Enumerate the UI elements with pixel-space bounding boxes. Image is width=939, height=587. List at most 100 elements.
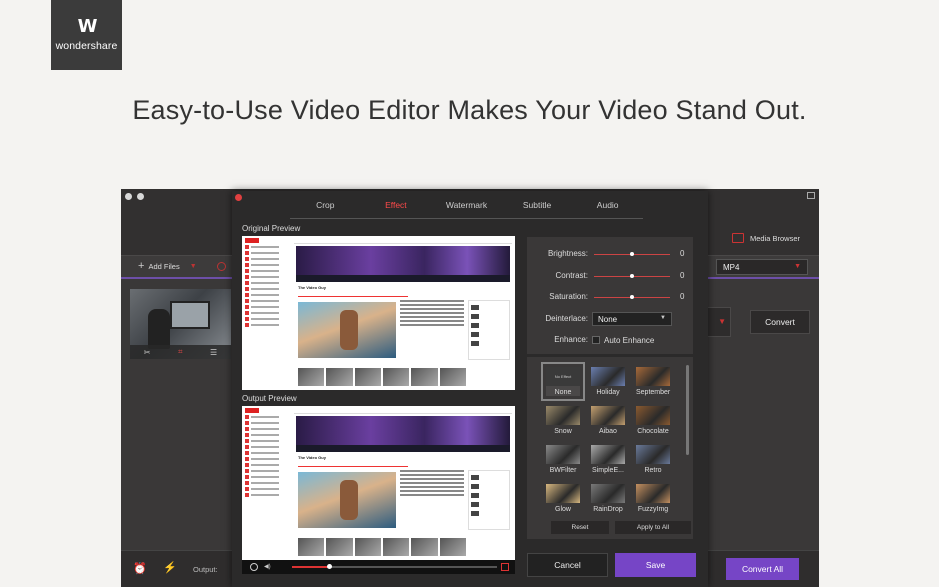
filter-none[interactable]: No Effect None — [541, 362, 585, 401]
output-preview-label: Output Preview — [242, 394, 297, 403]
thumbnail-monitor — [170, 301, 210, 329]
filter-panel: No Effect None Holiday September Snow Aibao Ch… — [527, 357, 693, 539]
playback-track[interactable] — [292, 564, 497, 569]
preview-main-video — [298, 302, 396, 358]
slider-knob[interactable] — [630, 295, 634, 299]
deinterlace-select[interactable]: None ▼ — [592, 312, 672, 326]
preview-banner-stripe — [296, 445, 510, 452]
filter-name: BWFilter — [549, 467, 577, 474]
filter-swatch — [591, 406, 625, 425]
preview-channel-title: The Video Guy — [298, 455, 326, 460]
chevron-down-icon[interactable]: ▼ — [190, 263, 197, 270]
preview-sidebar-line — [251, 440, 279, 442]
original-preview-label: Original Preview — [242, 224, 301, 233]
contrast-value: 0 — [680, 271, 685, 280]
slider-knob[interactable] — [630, 274, 634, 278]
brightness-slider[interactable] — [594, 252, 670, 256]
crop-icon[interactable]: ⌗ — [178, 347, 183, 357]
filter-aibao[interactable]: Aibao — [591, 406, 625, 435]
preview-sidebar-row — [245, 492, 293, 498]
window-close-button[interactable] — [125, 193, 132, 200]
original-preview: The Video Guy — [242, 236, 515, 390]
reset-button[interactable]: Reset — [551, 521, 609, 534]
preview-sidebar-row — [245, 322, 293, 328]
preview-sidebar-line — [251, 306, 279, 308]
save-button[interactable]: Save — [615, 553, 696, 577]
preview-sidebar-icon — [245, 299, 249, 303]
filter-snow[interactable]: Snow — [546, 406, 580, 435]
play-pause-icon[interactable] — [250, 563, 258, 571]
preview-sidebar-line — [251, 446, 279, 448]
filter-fuzzyimg[interactable]: FuzzyImg — [636, 484, 670, 513]
window-mode-icon[interactable] — [807, 192, 815, 199]
preview-sidebar — [245, 244, 293, 328]
filter-swatch — [591, 367, 625, 386]
preview-topbar — [294, 238, 512, 244]
preview-sidebar-icon — [245, 251, 249, 255]
preview-sidebar-line — [251, 294, 279, 296]
filter-retro[interactable]: Retro — [636, 445, 670, 474]
auto-enhance-checkbox[interactable] — [592, 336, 600, 344]
effects-icon[interactable]: ☰ — [210, 348, 217, 357]
thumbnail-tools: ✂ ⌗ ☰ — [130, 345, 231, 359]
fullscreen-icon[interactable] — [501, 563, 509, 571]
preview-banner-stripe — [296, 275, 510, 282]
filter-september[interactable]: September — [636, 367, 670, 396]
preview-sidebar-line — [251, 428, 279, 430]
output-format-select[interactable]: MP4 ▼ — [716, 259, 808, 275]
tab-subtitle[interactable]: Subtitle — [502, 191, 573, 218]
filter-chocolate[interactable]: Chocolate — [636, 406, 670, 435]
preview-surfer — [340, 310, 358, 350]
preview-sidebar-icon — [245, 305, 249, 309]
filter-name: SimpleE... — [592, 467, 624, 474]
convert-all-button[interactable]: Convert All — [726, 558, 799, 580]
alarm-clock-icon[interactable]: ⏰ — [133, 562, 147, 575]
apply-to-all-button[interactable]: Apply to All — [615, 521, 691, 534]
saturation-slider[interactable] — [594, 295, 670, 299]
output-label: Output: — [193, 565, 218, 574]
playback-bar: ◀) — [242, 560, 515, 574]
cancel-button[interactable]: Cancel — [527, 553, 608, 577]
preview-sidebar-line — [251, 476, 279, 478]
preview-sidebar-icon — [245, 275, 249, 279]
filter-holiday[interactable]: Holiday — [591, 367, 625, 396]
dialog-close-button[interactable] — [235, 194, 242, 201]
playback-progress — [292, 566, 329, 568]
tab-audio[interactable]: Audio — [572, 191, 643, 218]
preview-sidebar — [245, 414, 293, 498]
filter-name: RainDrop — [593, 506, 623, 513]
volume-icon[interactable]: ◀) — [264, 563, 271, 570]
add-files-label: Add Files — [148, 261, 180, 271]
preview-sidebar-icon — [245, 257, 249, 261]
tab-watermark[interactable]: Watermark — [431, 191, 502, 218]
filter-swatch — [636, 367, 670, 386]
playback-knob[interactable] — [326, 564, 332, 569]
filter-bwfilter[interactable]: BWFilter — [546, 445, 580, 474]
filter-name: Snow — [554, 428, 572, 435]
preview-sidebar-icon — [245, 451, 249, 455]
contrast-slider[interactable] — [594, 274, 670, 278]
filter-glow[interactable]: Glow — [546, 484, 580, 513]
filter-swatch — [546, 406, 580, 425]
lightning-icon[interactable]: ⚡ — [163, 561, 177, 574]
filter-swatch — [591, 445, 625, 464]
add-files-button[interactable]: + Add Files ▼ — [138, 260, 197, 272]
saturation-row: Saturation: 0 — [527, 292, 693, 304]
slider-knob[interactable] — [630, 252, 634, 256]
filter-name: Aibao — [599, 428, 617, 435]
tab-effect[interactable]: Effect — [361, 191, 432, 218]
preview-sidebar-line — [251, 464, 279, 466]
window-minimize-button[interactable] — [137, 193, 144, 200]
preview-sidebar-icon — [245, 281, 249, 285]
preview-sidebar-icon — [245, 263, 249, 267]
scissors-icon[interactable]: ✂ — [144, 348, 151, 357]
tab-crop[interactable]: Crop — [290, 191, 361, 218]
convert-button[interactable]: Convert — [750, 310, 810, 334]
load-disc-icon[interactable] — [217, 262, 226, 271]
filter-simplee[interactable]: SimpleE... — [591, 445, 625, 474]
preview-sidebar-line — [251, 488, 279, 490]
media-browser-button[interactable]: Media Browser — [732, 233, 800, 243]
preview-sidebar-icon — [245, 439, 249, 443]
filter-scrollbar[interactable] — [686, 365, 689, 455]
filter-raindrop[interactable]: RainDrop — [591, 484, 625, 513]
